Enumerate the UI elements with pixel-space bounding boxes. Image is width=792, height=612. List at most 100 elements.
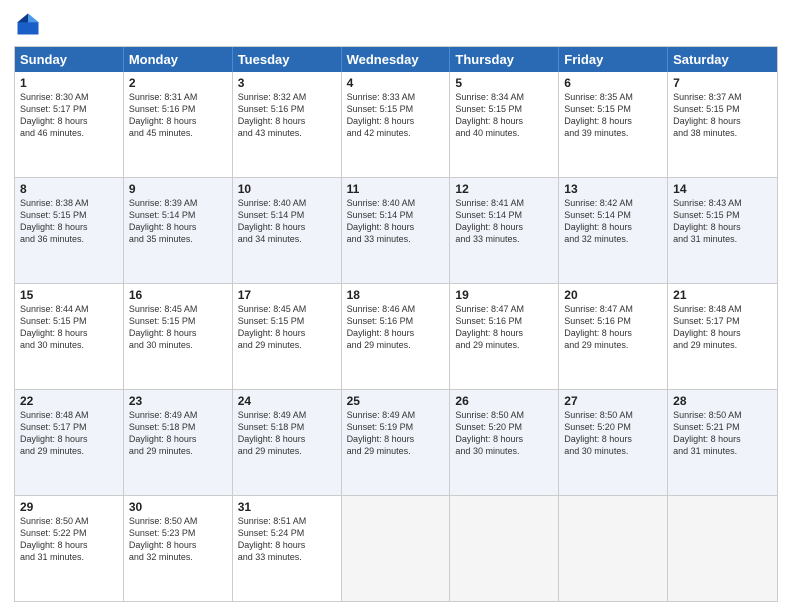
day-number: 13 <box>564 182 662 196</box>
calendar-header: SundayMondayTuesdayWednesdayThursdayFrid… <box>15 47 777 72</box>
day-cell-30: 30 Sunrise: 8:50 AMSunset: 5:23 PMDayligh… <box>124 496 233 601</box>
day-number: 6 <box>564 76 662 90</box>
day-number: 23 <box>129 394 227 408</box>
day-number: 10 <box>238 182 336 196</box>
day-cell-11: 11Sunrise: 8:40 AMSunset: 5:14 PMDayligh… <box>342 178 451 283</box>
day-number: 30 <box>129 500 227 514</box>
cell-info: Sunrise: 8:49 AMSunset: 5:18 PMDaylight:… <box>129 410 198 456</box>
cell-info: Sunrise: 8:41 AMSunset: 5:14 PMDaylight:… <box>455 198 524 244</box>
cell-info: Sunrise: 8:48 AMSunset: 5:17 PMDaylight:… <box>673 304 742 350</box>
day-cell-22: 22 Sunrise: 8:48 AMSunset: 5:17 PMDayligh… <box>15 390 124 495</box>
day-number: 28 <box>673 394 772 408</box>
cell-info: Sunrise: 8:45 AMSunset: 5:15 PMDaylight:… <box>238 304 307 350</box>
day-number: 3 <box>238 76 336 90</box>
logo <box>14 10 46 38</box>
cell-info: Sunrise: 8:44 AMSunset: 5:15 PMDaylight:… <box>20 304 89 350</box>
day-cell-23: 23 Sunrise: 8:49 AMSunset: 5:18 PMDayligh… <box>124 390 233 495</box>
day-cell-19: 19 Sunrise: 8:47 AMSunset: 5:16 PMDayligh… <box>450 284 559 389</box>
day-cell-17: 17 Sunrise: 8:45 AMSunset: 5:15 PMDayligh… <box>233 284 342 389</box>
cell-info: Sunrise: 8:49 AMSunset: 5:18 PMDaylight:… <box>238 410 307 456</box>
cell-info: Sunrise: 8:47 AMSunset: 5:16 PMDaylight:… <box>455 304 524 350</box>
header <box>14 10 778 38</box>
day-cell-25: 25 Sunrise: 8:49 AMSunset: 5:19 PMDayligh… <box>342 390 451 495</box>
day-cell-8: 8 Sunrise: 8:38 AMSunset: 5:15 PMDaylight… <box>15 178 124 283</box>
day-number: 29 <box>20 500 118 514</box>
cell-info: Sunrise: 8:50 AMSunset: 5:22 PMDaylight:… <box>20 516 89 562</box>
day-number: 31 <box>238 500 336 514</box>
day-number: 25 <box>347 394 445 408</box>
cell-info: Sunrise: 8:37 AMSunset: 5:15 PMDaylight:… <box>673 92 742 138</box>
page: SundayMondayTuesdayWednesdayThursdayFrid… <box>0 0 792 612</box>
cell-info: Sunrise: 8:47 AMSunset: 5:16 PMDaylight:… <box>564 304 633 350</box>
day-cell-29: 29 Sunrise: 8:50 AMSunset: 5:22 PMDayligh… <box>15 496 124 601</box>
calendar: SundayMondayTuesdayWednesdayThursdayFrid… <box>14 46 778 602</box>
day-number: 17 <box>238 288 336 302</box>
day-cell-21: 21 Sunrise: 8:48 AMSunset: 5:17 PMDayligh… <box>668 284 777 389</box>
calendar-row-4: 22 Sunrise: 8:48 AMSunset: 5:17 PMDayligh… <box>15 389 777 495</box>
day-number: 18 <box>347 288 445 302</box>
day-number: 20 <box>564 288 662 302</box>
day-cell-13: 13 Sunrise: 8:42 AMSunset: 5:14 PMDayligh… <box>559 178 668 283</box>
day-number: 11 <box>347 182 445 196</box>
day-number: 26 <box>455 394 553 408</box>
header-day-saturday: Saturday <box>668 47 777 72</box>
day-number: 7 <box>673 76 772 90</box>
day-cell-9: 9Sunrise: 8:39 AMSunset: 5:14 PMDaylight… <box>124 178 233 283</box>
cell-info: Sunrise: 8:42 AMSunset: 5:14 PMDaylight:… <box>564 198 633 244</box>
day-cell-3: 3 Sunrise: 8:32 AMSunset: 5:16 PMDaylight… <box>233 72 342 177</box>
empty-cell-r4c4 <box>450 496 559 601</box>
cell-info: Sunrise: 8:51 AMSunset: 5:24 PMDaylight:… <box>238 516 307 562</box>
cell-info: Sunrise: 8:38 AMSunset: 5:15 PMDaylight:… <box>20 198 89 244</box>
header-day-thursday: Thursday <box>450 47 559 72</box>
cell-info: Sunrise: 8:39 AMSunset: 5:14 PMDaylight:… <box>129 198 198 244</box>
cell-info: Sunrise: 8:50 AMSunset: 5:21 PMDaylight:… <box>673 410 742 456</box>
day-number: 16 <box>129 288 227 302</box>
day-cell-12: 12 Sunrise: 8:41 AMSunset: 5:14 PMDayligh… <box>450 178 559 283</box>
day-number: 5 <box>455 76 553 90</box>
calendar-body: 1Sunrise: 8:30 AMSunset: 5:17 PMDaylight… <box>15 72 777 601</box>
cell-info: Sunrise: 8:48 AMSunset: 5:17 PMDaylight:… <box>20 410 89 456</box>
cell-info: Sunrise: 8:35 AMSunset: 5:15 PMDaylight:… <box>564 92 633 138</box>
cell-info: Sunrise: 8:43 AMSunset: 5:15 PMDaylight:… <box>673 198 742 244</box>
day-cell-24: 24 Sunrise: 8:49 AMSunset: 5:18 PMDayligh… <box>233 390 342 495</box>
day-number: 24 <box>238 394 336 408</box>
day-cell-31: 31 Sunrise: 8:51 AMSunset: 5:24 PMDayligh… <box>233 496 342 601</box>
day-cell-27: 27Sunrise: 8:50 AMSunset: 5:20 PMDayligh… <box>559 390 668 495</box>
day-number: 8 <box>20 182 118 196</box>
header-day-sunday: Sunday <box>15 47 124 72</box>
header-day-friday: Friday <box>559 47 668 72</box>
calendar-row-1: 1Sunrise: 8:30 AMSunset: 5:17 PMDaylight… <box>15 72 777 177</box>
header-day-monday: Monday <box>124 47 233 72</box>
day-cell-15: 15 Sunrise: 8:44 AMSunset: 5:15 PMDayligh… <box>15 284 124 389</box>
empty-cell-r4c3 <box>342 496 451 601</box>
header-day-wednesday: Wednesday <box>342 47 451 72</box>
cell-info: Sunrise: 8:32 AMSunset: 5:16 PMDaylight:… <box>238 92 307 138</box>
day-cell-20: 20 Sunrise: 8:47 AMSunset: 5:16 PMDayligh… <box>559 284 668 389</box>
day-number: 21 <box>673 288 772 302</box>
calendar-row-3: 15 Sunrise: 8:44 AMSunset: 5:15 PMDayligh… <box>15 283 777 389</box>
calendar-row-5: 29 Sunrise: 8:50 AMSunset: 5:22 PMDayligh… <box>15 495 777 601</box>
day-number: 12 <box>455 182 553 196</box>
day-number: 4 <box>347 76 445 90</box>
empty-cell-r4c6 <box>668 496 777 601</box>
day-cell-26: 26 Sunrise: 8:50 AMSunset: 5:20 PMDayligh… <box>450 390 559 495</box>
logo-icon <box>14 10 42 38</box>
day-cell-2: 2Sunrise: 8:31 AMSunset: 5:16 PMDaylight… <box>124 72 233 177</box>
day-cell-14: 14Sunrise: 8:43 AMSunset: 5:15 PMDayligh… <box>668 178 777 283</box>
cell-info: Sunrise: 8:40 AMSunset: 5:14 PMDaylight:… <box>238 198 307 244</box>
day-number: 2 <box>129 76 227 90</box>
day-number: 27 <box>564 394 662 408</box>
day-number: 19 <box>455 288 553 302</box>
day-cell-1: 1Sunrise: 8:30 AMSunset: 5:17 PMDaylight… <box>15 72 124 177</box>
cell-info: Sunrise: 8:50 AMSunset: 5:23 PMDaylight:… <box>129 516 198 562</box>
cell-info: Sunrise: 8:46 AMSunset: 5:16 PMDaylight:… <box>347 304 416 350</box>
day-number: 22 <box>20 394 118 408</box>
cell-info: Sunrise: 8:50 AMSunset: 5:20 PMDaylight:… <box>455 410 524 456</box>
day-cell-16: 16Sunrise: 8:45 AMSunset: 5:15 PMDayligh… <box>124 284 233 389</box>
day-number: 15 <box>20 288 118 302</box>
cell-info: Sunrise: 8:49 AMSunset: 5:19 PMDaylight:… <box>347 410 416 456</box>
header-day-tuesday: Tuesday <box>233 47 342 72</box>
cell-info: Sunrise: 8:34 AMSunset: 5:15 PMDaylight:… <box>455 92 524 138</box>
empty-cell-r4c5 <box>559 496 668 601</box>
day-cell-18: 18 Sunrise: 8:46 AMSunset: 5:16 PMDayligh… <box>342 284 451 389</box>
